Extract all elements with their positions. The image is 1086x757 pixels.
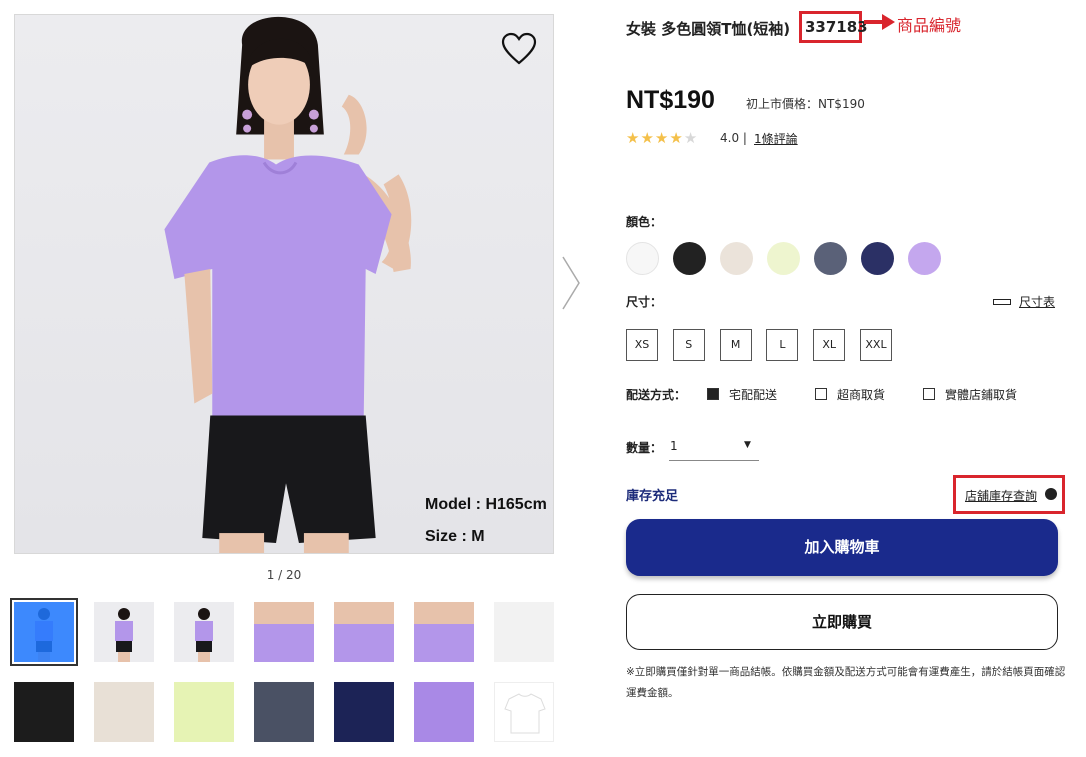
- color-swatch-light-green[interactable]: [767, 242, 800, 275]
- size-option-xs[interactable]: XS: [626, 329, 658, 361]
- model-height-caption: Model : H165cm: [425, 496, 547, 513]
- star-icon: ★: [683, 129, 699, 147]
- size-chart-link[interactable]: 尺寸表: [993, 293, 1055, 310]
- thumbnail-5[interactable]: [334, 602, 394, 662]
- color-swatch-white[interactable]: [626, 242, 659, 275]
- thumbnail-9[interactable]: [94, 682, 154, 742]
- thumbnail-13[interactable]: [414, 682, 474, 742]
- shipping-option-label: 實體店鋪取貨: [945, 388, 1018, 402]
- size-option-xl[interactable]: XL: [813, 329, 846, 361]
- thumbnail-3[interactable]: [174, 602, 234, 662]
- color-swatch-gray-blue[interactable]: [814, 242, 847, 275]
- thumbnail-12[interactable]: [334, 682, 394, 742]
- thumbnail-10[interactable]: [174, 682, 234, 742]
- quantity-value: 1: [670, 439, 678, 453]
- shipping-option-store-pickup[interactable]: 實體店鋪取貨: [923, 386, 1017, 403]
- thumbnail-1[interactable]: [10, 598, 78, 666]
- star-icon: ★: [640, 129, 655, 147]
- color-swatch-beige[interactable]: [720, 242, 753, 275]
- star-icon: ★: [654, 129, 670, 147]
- add-to-cart-button[interactable]: 加入購物車: [626, 519, 1058, 576]
- thumbnail-6[interactable]: [414, 602, 474, 662]
- shipping-option-label: 超商取貨: [837, 388, 886, 402]
- thumbnail-7[interactable]: [494, 602, 554, 662]
- product-code: 337183: [799, 11, 868, 43]
- color-swatch-black[interactable]: [673, 242, 706, 275]
- model-illustration: [164, 16, 412, 553]
- store-stock-link[interactable]: 店舖庫存查詢: [965, 487, 1037, 504]
- size-option-s[interactable]: S: [672, 329, 705, 361]
- size-chart-label: 尺寸表: [1019, 295, 1056, 309]
- purchase-note: ※立即購買僅針對單一商品結帳。依購買金額及配送方式可能會有運費產生，請於結帳頁面…: [626, 666, 1066, 699]
- star-icon: ★: [626, 129, 641, 147]
- checkbox-icon[interactable]: [707, 387, 719, 400]
- rating-value: 4.0 |: [720, 131, 747, 145]
- next-image-arrow-icon[interactable]: [559, 255, 583, 311]
- checkbox-icon[interactable]: [815, 387, 827, 400]
- thumbnail-11[interactable]: [254, 682, 314, 742]
- thumbnail-4[interactable]: [254, 602, 314, 662]
- shipping-option-label: 宅配配送: [729, 388, 778, 402]
- size-label: 尺寸：: [626, 295, 663, 309]
- color-swatch-lavender[interactable]: [908, 242, 941, 275]
- favorite-heart-icon[interactable]: [501, 32, 537, 66]
- size-option-l[interactable]: L: [766, 329, 799, 361]
- rating-stars: ★★★★★: [626, 129, 698, 147]
- product-title: 女裝 多色圓領T恤(短袖): [626, 20, 791, 38]
- color-label: 顏色：: [626, 215, 663, 229]
- shipping-label: 配送方式：: [626, 388, 687, 402]
- color-swatch-navy[interactable]: [861, 242, 894, 275]
- annotation-arrow-icon: [864, 14, 895, 30]
- selected-overlay: [14, 602, 74, 662]
- price: NT$190: [626, 86, 715, 114]
- quantity-select[interactable]: 1 ▼: [669, 436, 759, 461]
- original-price: 初上市價格：NT$190: [746, 97, 865, 111]
- checkbox-icon[interactable]: [923, 387, 935, 400]
- thumbnail-14[interactable]: [494, 682, 554, 742]
- main-product-image[interactable]: Model : H165cm Size : M: [14, 14, 554, 554]
- review-count-link[interactable]: 1條評論: [754, 130, 798, 147]
- search-icon[interactable]: [1045, 488, 1057, 500]
- buy-now-button[interactable]: 立即購買: [626, 594, 1058, 650]
- image-pager: 1 / 20: [266, 568, 302, 582]
- annotation-label: 商品編號: [897, 16, 962, 35]
- shipping-option-convenience-store[interactable]: 超商取貨: [815, 386, 885, 403]
- thumbnail-8[interactable]: [14, 682, 74, 742]
- size-option-xxl[interactable]: XXL: [860, 329, 892, 361]
- size-option-m[interactable]: M: [719, 329, 752, 361]
- shipping-option-home-delivery[interactable]: 宅配配送: [707, 386, 777, 403]
- quantity-label: 數量：: [626, 441, 663, 455]
- stock-status: 庫存充足: [626, 489, 679, 504]
- thumbnail-2[interactable]: [94, 602, 154, 662]
- ruler-icon: [993, 298, 1011, 305]
- star-icon: ★: [669, 129, 684, 147]
- model-size-caption: Size : M: [425, 528, 485, 545]
- chevron-down-icon: ▼: [744, 440, 751, 450]
